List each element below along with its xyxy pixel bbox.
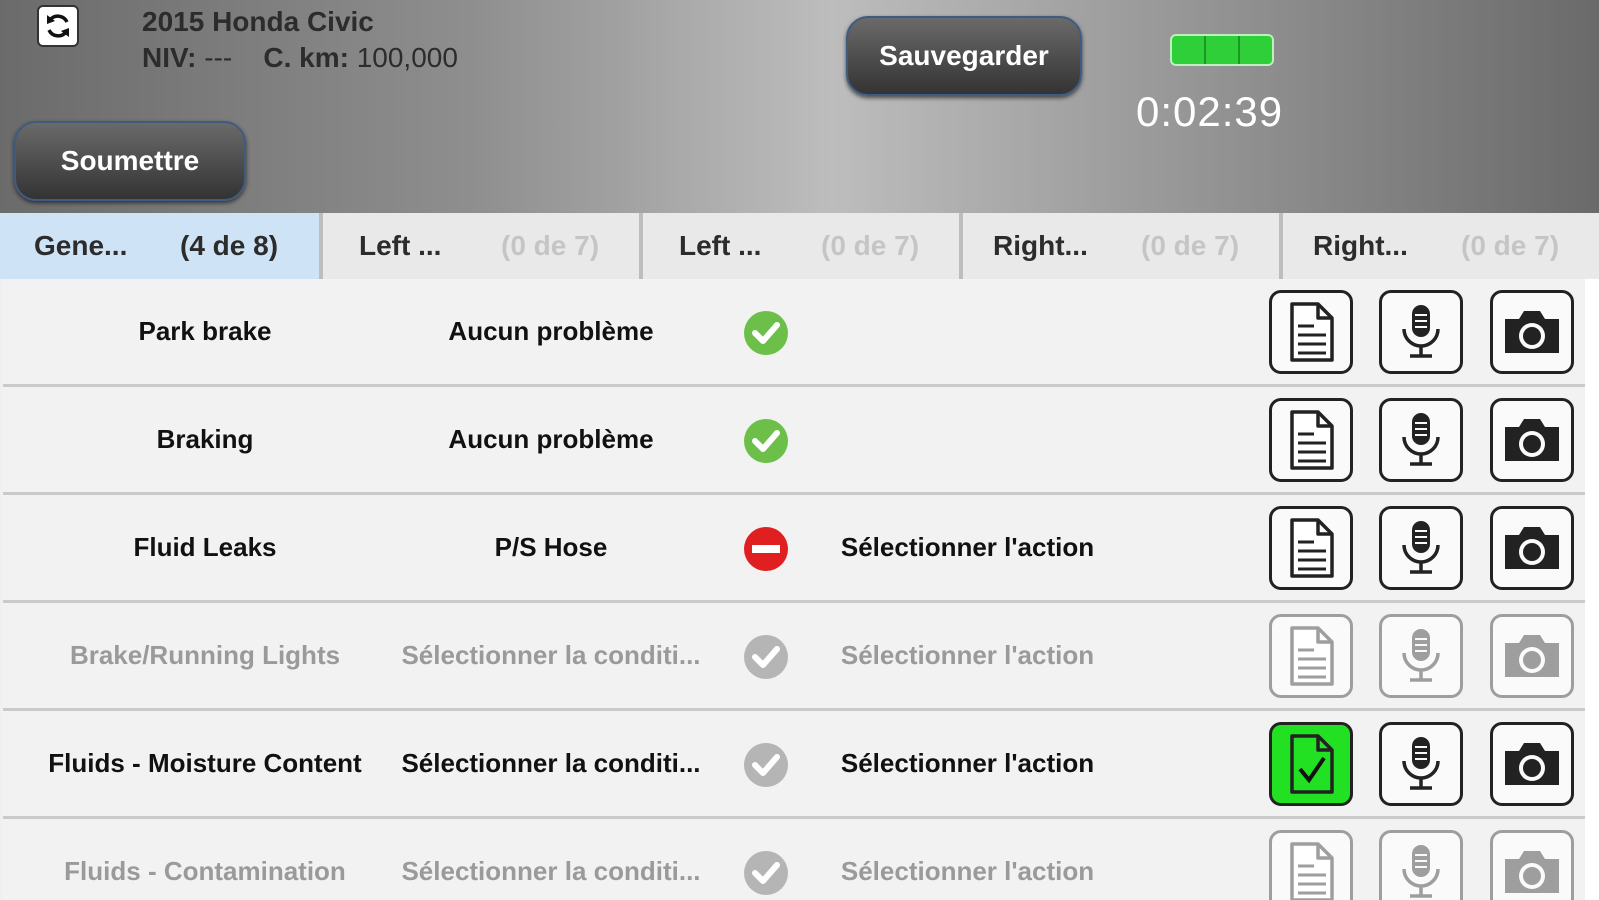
note-button[interactable] xyxy=(1269,614,1353,698)
odometer-label: C. km: xyxy=(263,42,349,73)
vehicle-meta: NIV: --- C. km: 100,000 xyxy=(142,42,458,74)
tab-right-2[interactable]: Right... (0 de 7) xyxy=(1283,213,1599,279)
action-select[interactable] xyxy=(825,387,1110,492)
note-icon xyxy=(1290,410,1334,470)
note-icon xyxy=(1290,518,1334,578)
ok-status-icon[interactable] xyxy=(743,310,789,356)
item-name: Park brake xyxy=(138,316,272,346)
tab-label: Left ... xyxy=(359,230,442,261)
sync-icon xyxy=(47,14,69,38)
record-audio-button[interactable] xyxy=(1379,830,1463,900)
vin-label: NIV: xyxy=(142,42,197,73)
battery-icon xyxy=(1170,34,1274,66)
photo-button[interactable] xyxy=(1490,290,1574,374)
tab-label: Right... xyxy=(993,230,1088,261)
tab-label: Left ... xyxy=(679,230,762,261)
tab-count: (0 de 7) xyxy=(821,230,920,261)
camera-icon xyxy=(1505,635,1559,677)
tab-label: Right... xyxy=(1313,230,1408,261)
tab-count: (0 de 7) xyxy=(1141,230,1240,261)
vehicle-title: 2015 Honda Civic xyxy=(142,6,374,37)
note-button[interactable] xyxy=(1269,398,1353,482)
camera-icon xyxy=(1505,743,1559,785)
problem-status-icon[interactable] xyxy=(743,526,789,572)
inspection-row[interactable]: Braking Aucun problème xyxy=(3,387,1585,495)
inspection-row[interactable]: Fluids - Moisture Content Sélectionner l… xyxy=(3,711,1585,819)
microphone-icon xyxy=(1402,737,1440,790)
tab-general[interactable]: Gene... (4 de 8) xyxy=(0,213,323,279)
inspection-list: Park brake Aucun problème Braking Aucun … xyxy=(3,279,1585,900)
condition-select[interactable]: Sélectionner la conditi... xyxy=(379,603,723,708)
unset-status-icon[interactable] xyxy=(743,634,789,680)
action-select[interactable]: Sélectionner l'action xyxy=(825,819,1110,900)
photo-button[interactable] xyxy=(1490,398,1574,482)
record-audio-button[interactable] xyxy=(1379,290,1463,374)
note-button[interactable] xyxy=(1269,290,1353,374)
note-button[interactable] xyxy=(1269,506,1353,590)
record-audio-button[interactable] xyxy=(1379,614,1463,698)
microphone-icon xyxy=(1402,629,1440,682)
record-audio-button[interactable] xyxy=(1379,398,1463,482)
inspection-row[interactable]: Brake/Running Lights Sélectionner la con… xyxy=(3,603,1585,711)
tab-right-1[interactable]: Right... (0 de 7) xyxy=(963,213,1283,279)
photo-button[interactable] xyxy=(1490,830,1574,900)
action-select[interactable]: Sélectionner l'action xyxy=(825,495,1110,600)
tab-count: (0 de 7) xyxy=(501,230,600,261)
camera-icon xyxy=(1505,851,1559,893)
condition-select[interactable]: Aucun problème xyxy=(379,279,723,384)
action-select[interactable]: Sélectionner l'action xyxy=(825,711,1110,816)
tab-count: (0 de 7) xyxy=(1461,230,1560,261)
note-icon xyxy=(1290,734,1334,794)
inspection-row[interactable]: Fluids - Contamination Sélectionner la c… xyxy=(3,819,1585,900)
condition-select[interactable]: Sélectionner la conditi... xyxy=(379,711,723,816)
tab-count: (4 de 8) xyxy=(180,230,279,261)
microphone-icon xyxy=(1402,845,1440,898)
submit-button[interactable]: Soumettre xyxy=(14,121,246,201)
save-button[interactable]: Sauvegarder xyxy=(846,16,1082,96)
note-icon xyxy=(1290,626,1334,686)
vin-value: --- xyxy=(204,42,233,73)
camera-icon xyxy=(1505,419,1559,461)
odometer-value: 100,000 xyxy=(356,42,458,73)
microphone-icon xyxy=(1402,413,1440,466)
camera-icon xyxy=(1505,311,1559,353)
photo-button[interactable] xyxy=(1490,722,1574,806)
photo-button[interactable] xyxy=(1490,506,1574,590)
tab-label: Gene... xyxy=(34,230,128,261)
item-name: Fluids - Moisture Content xyxy=(48,748,362,778)
inspection-timer: 0:02:39 xyxy=(1136,88,1284,135)
camera-icon xyxy=(1505,527,1559,569)
item-name: Fluids - Contamination xyxy=(64,856,346,886)
section-tabs: Gene... (4 de 8) Left ... (0 de 7) Left … xyxy=(0,213,1599,279)
ok-status-icon[interactable] xyxy=(743,418,789,464)
unset-status-icon[interactable] xyxy=(743,850,789,896)
top-toolbar: 2015 Honda Civic NIV: --- C. km: 100,000… xyxy=(0,0,1599,213)
note-button[interactable] xyxy=(1269,722,1353,806)
record-audio-button[interactable] xyxy=(1379,722,1463,806)
sync-button[interactable] xyxy=(37,5,79,47)
tab-left-2[interactable]: Left ... (0 de 7) xyxy=(643,213,963,279)
microphone-icon xyxy=(1402,521,1440,574)
microphone-icon xyxy=(1402,305,1440,358)
action-select[interactable] xyxy=(825,279,1110,384)
inspection-row[interactable]: Park brake Aucun problème xyxy=(3,279,1585,387)
note-icon xyxy=(1290,842,1334,900)
inspection-row[interactable]: Fluid Leaks P/S Hose Sélectionner l'acti… xyxy=(3,495,1585,603)
item-name: Brake/Running Lights xyxy=(69,640,341,670)
photo-button[interactable] xyxy=(1490,614,1574,698)
item-name: Braking xyxy=(156,424,254,454)
item-name: Fluid Leaks xyxy=(133,532,277,562)
note-icon xyxy=(1290,302,1334,362)
record-audio-button[interactable] xyxy=(1379,506,1463,590)
condition-select[interactable]: Sélectionner la conditi... xyxy=(379,819,723,900)
condition-select[interactable]: P/S Hose xyxy=(379,495,723,600)
scrollbar[interactable] xyxy=(1585,279,1599,900)
note-button[interactable] xyxy=(1269,830,1353,900)
action-select[interactable]: Sélectionner l'action xyxy=(825,603,1110,708)
tab-left-1[interactable]: Left ... (0 de 7) xyxy=(323,213,643,279)
condition-select[interactable]: Aucun problème xyxy=(379,387,723,492)
unset-status-icon[interactable] xyxy=(743,742,789,788)
